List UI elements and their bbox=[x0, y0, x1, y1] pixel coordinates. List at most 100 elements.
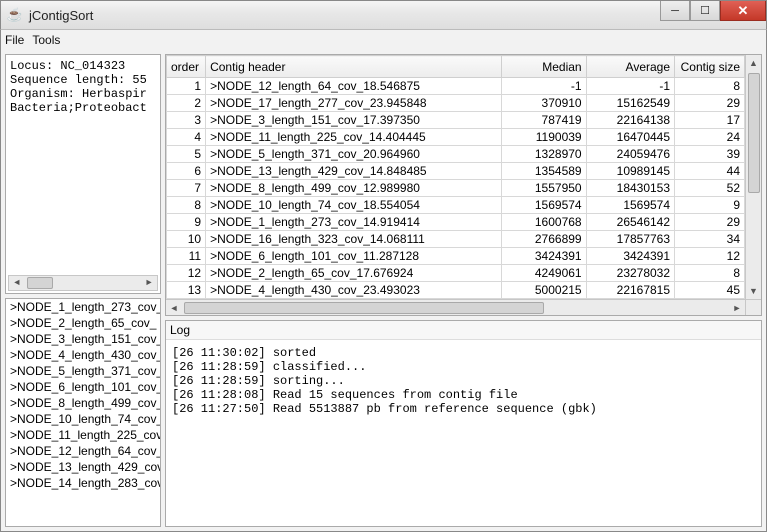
info-panel: Locus: NC_014323 Sequence length: 55 Org… bbox=[5, 54, 161, 294]
results-table[interactable]: order Contig header Median Average Conti… bbox=[166, 55, 745, 299]
table-row[interactable]: 5>NODE_5_length_371_cov_20.9649601328970… bbox=[167, 146, 745, 163]
list-item[interactable]: >NODE_14_length_283_cov_ bbox=[6, 475, 160, 491]
table-row[interactable]: 9>NODE_1_length_273_cov_14.9194141600768… bbox=[167, 214, 745, 231]
table-row[interactable]: 11>NODE_6_length_101_cov_11.287128342439… bbox=[167, 248, 745, 265]
cell-average: 18430153 bbox=[586, 180, 674, 197]
cell-header: >NODE_16_length_323_cov_14.068111 bbox=[206, 231, 502, 248]
table-row[interactable]: 7>NODE_8_length_499_cov_12.9899801557950… bbox=[167, 180, 745, 197]
list-item[interactable]: >NODE_10_length_74_cov_ bbox=[6, 411, 160, 427]
cell-order: 13 bbox=[167, 282, 206, 299]
contig-list[interactable]: >NODE_1_length_273_cov_>NODE_2_length_65… bbox=[5, 298, 161, 527]
list-item[interactable]: >NODE_4_length_430_cov_ bbox=[6, 347, 160, 363]
cell-average: 23278032 bbox=[586, 265, 674, 282]
th-median[interactable]: Median bbox=[502, 56, 586, 78]
java-icon: ☕ bbox=[7, 7, 23, 23]
info-hscrollbar[interactable]: ◄ ► bbox=[8, 275, 158, 291]
log-body[interactable]: [26 11:30:02] sorted [26 11:28:59] class… bbox=[166, 340, 761, 526]
scroll-left-icon[interactable]: ◄ bbox=[166, 301, 182, 315]
cell-header: >NODE_11_length_225_cov_14.404445 bbox=[206, 129, 502, 146]
list-item[interactable]: >NODE_3_length_151_cov_ bbox=[6, 331, 160, 347]
cell-order: 2 bbox=[167, 95, 206, 112]
cell-median: 4249061 bbox=[502, 265, 586, 282]
vscroll-thumb[interactable] bbox=[748, 73, 760, 193]
hscroll-thumb[interactable] bbox=[184, 302, 544, 314]
cell-header: >NODE_3_length_151_cov_17.397350 bbox=[206, 112, 502, 129]
list-item[interactable]: >NODE_13_length_429_cov_ bbox=[6, 459, 160, 475]
table-row[interactable]: 4>NODE_11_length_225_cov_14.404445119003… bbox=[167, 129, 745, 146]
scroll-corner bbox=[745, 299, 761, 315]
titlebar[interactable]: ☕ jContigSort ─ ☐ ✕ bbox=[0, 0, 767, 30]
scroll-up-icon[interactable]: ▲ bbox=[747, 55, 761, 71]
cell-average: 1569574 bbox=[586, 197, 674, 214]
cell-header: >NODE_2_length_65_cov_17.676924 bbox=[206, 265, 502, 282]
table-row[interactable]: 3>NODE_3_length_151_cov_17.3973507874192… bbox=[167, 112, 745, 129]
cell-size: 44 bbox=[675, 163, 745, 180]
window-title: jContigSort bbox=[29, 8, 93, 23]
cell-header: >NODE_10_length_74_cov_18.554054 bbox=[206, 197, 502, 214]
list-item[interactable]: >NODE_2_length_65_cov_ bbox=[6, 315, 160, 331]
cell-order: 3 bbox=[167, 112, 206, 129]
table-row[interactable]: 13>NODE_4_length_430_cov_23.493023500021… bbox=[167, 282, 745, 299]
scroll-left-icon[interactable]: ◄ bbox=[9, 276, 25, 290]
list-item[interactable]: >NODE_11_length_225_cov_ bbox=[6, 427, 160, 443]
cell-median: 3424391 bbox=[502, 248, 586, 265]
cell-size: 39 bbox=[675, 146, 745, 163]
minimize-button[interactable]: ─ bbox=[660, 1, 690, 21]
table-row[interactable]: 1>NODE_12_length_64_cov_18.546875-1-18 bbox=[167, 78, 745, 95]
table-row[interactable]: 6>NODE_13_length_429_cov_14.848485135458… bbox=[167, 163, 745, 180]
table-row[interactable]: 2>NODE_17_length_277_cov_23.945848370910… bbox=[167, 95, 745, 112]
cell-average: 17857763 bbox=[586, 231, 674, 248]
table-hscrollbar[interactable]: ◄ ► bbox=[166, 299, 745, 315]
table-row[interactable]: 8>NODE_10_length_74_cov_18.5540541569574… bbox=[167, 197, 745, 214]
cell-size: 8 bbox=[675, 265, 745, 282]
cell-size: 34 bbox=[675, 231, 745, 248]
cell-median: 787419 bbox=[502, 112, 586, 129]
list-item[interactable]: >NODE_6_length_101_cov_ bbox=[6, 379, 160, 395]
maximize-button[interactable]: ☐ bbox=[690, 1, 720, 21]
cell-size: 17 bbox=[675, 112, 745, 129]
scroll-down-icon[interactable]: ▼ bbox=[747, 283, 761, 299]
cell-average: 24059476 bbox=[586, 146, 674, 163]
cell-order: 1 bbox=[167, 78, 206, 95]
cell-order: 12 bbox=[167, 265, 206, 282]
list-item[interactable]: >NODE_12_length_64_cov_ bbox=[6, 443, 160, 459]
cell-order: 5 bbox=[167, 146, 206, 163]
th-contig-header[interactable]: Contig header bbox=[206, 56, 502, 78]
hscroll-thumb[interactable] bbox=[27, 277, 53, 289]
menu-file[interactable]: File bbox=[5, 33, 24, 47]
table-row[interactable]: 10>NODE_16_length_323_cov_14.06811127668… bbox=[167, 231, 745, 248]
scroll-right-icon[interactable]: ► bbox=[141, 276, 157, 290]
cell-average: 10989145 bbox=[586, 163, 674, 180]
cell-size: 52 bbox=[675, 180, 745, 197]
cell-header: >NODE_6_length_101_cov_11.287128 bbox=[206, 248, 502, 265]
info-organism: Organism: Herbaspir bbox=[10, 87, 156, 101]
results-table-wrap: order Contig header Median Average Conti… bbox=[165, 54, 762, 316]
list-item[interactable]: >NODE_5_length_371_cov_ bbox=[6, 363, 160, 379]
cell-median: 1328970 bbox=[502, 146, 586, 163]
table-row[interactable]: 12>NODE_2_length_65_cov_17.6769244249061… bbox=[167, 265, 745, 282]
cell-size: 12 bbox=[675, 248, 745, 265]
cell-size: 24 bbox=[675, 129, 745, 146]
list-item[interactable]: >NODE_8_length_499_cov_ bbox=[6, 395, 160, 411]
cell-size: 8 bbox=[675, 78, 745, 95]
menu-tools[interactable]: Tools bbox=[32, 33, 60, 47]
cell-header: >NODE_4_length_430_cov_23.493023 bbox=[206, 282, 502, 299]
cell-order: 4 bbox=[167, 129, 206, 146]
cell-median: 2766899 bbox=[502, 231, 586, 248]
th-contig-size[interactable]: Contig size bbox=[675, 56, 745, 78]
close-button[interactable]: ✕ bbox=[720, 1, 766, 21]
cell-median: 1354589 bbox=[502, 163, 586, 180]
cell-order: 7 bbox=[167, 180, 206, 197]
list-item[interactable]: >NODE_1_length_273_cov_ bbox=[6, 299, 160, 315]
cell-order: 9 bbox=[167, 214, 206, 231]
th-order[interactable]: order bbox=[167, 56, 206, 78]
cell-average: -1 bbox=[586, 78, 674, 95]
table-vscrollbar[interactable]: ▲ ▼ bbox=[745, 55, 761, 299]
scroll-right-icon[interactable]: ► bbox=[729, 301, 745, 315]
cell-median: 1190039 bbox=[502, 129, 586, 146]
cell-size: 9 bbox=[675, 197, 745, 214]
th-average[interactable]: Average bbox=[586, 56, 674, 78]
cell-average: 3424391 bbox=[586, 248, 674, 265]
cell-header: >NODE_12_length_64_cov_18.546875 bbox=[206, 78, 502, 95]
cell-size: 45 bbox=[675, 282, 745, 299]
